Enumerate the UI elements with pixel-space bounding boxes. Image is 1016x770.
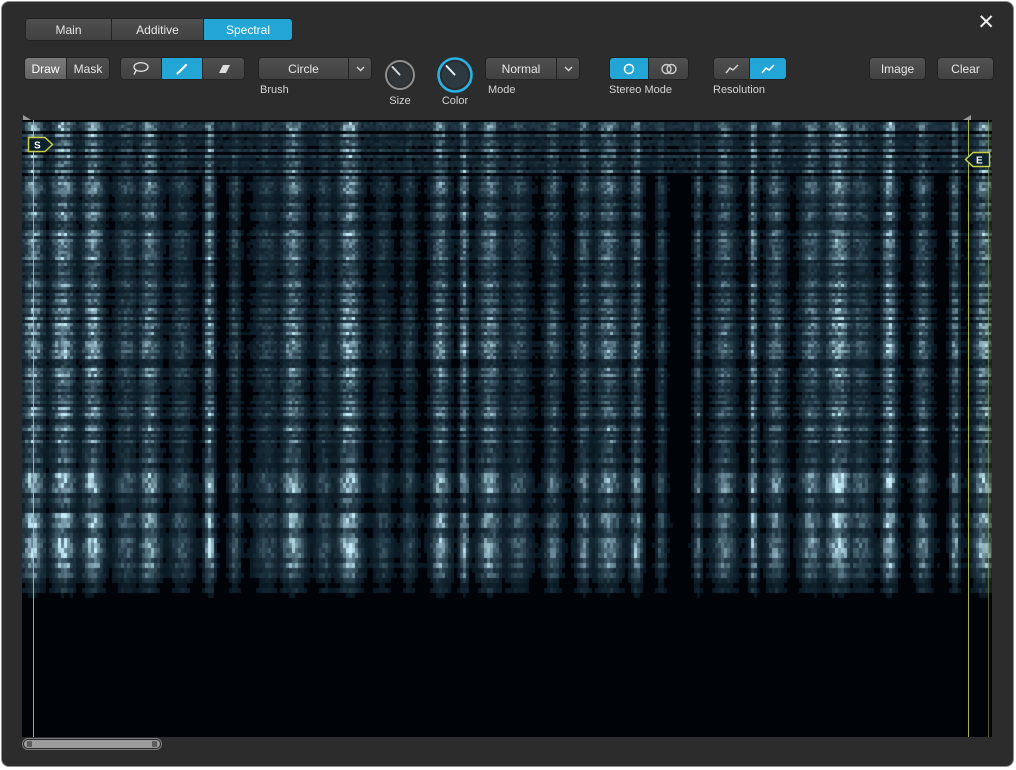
draw-mask-toggle: Draw Mask [24, 57, 110, 80]
start-marker-line[interactable] [33, 120, 34, 737]
tab-additive[interactable]: Additive [112, 19, 204, 40]
stereo-mono-button[interactable] [610, 58, 649, 79]
resolution-high-button[interactable] [750, 58, 786, 79]
size-label: Size [376, 95, 424, 107]
scrollbar-left-grip[interactable] [27, 741, 32, 747]
start-marker-label: S [34, 141, 41, 152]
draw-button[interactable]: Draw [25, 58, 67, 79]
resolution-label: Resolution [713, 84, 765, 96]
lasso-tool-button[interactable] [121, 58, 162, 79]
color-knob[interactable] [436, 56, 474, 99]
lasso-icon [130, 61, 152, 76]
tab-main[interactable]: Main [26, 19, 112, 40]
eraser-icon [214, 62, 233, 76]
start-marker-flag[interactable]: S [27, 136, 54, 153]
stereo-icon [659, 62, 679, 76]
resolution-toggle [713, 57, 787, 80]
resolution-high-icon [760, 63, 776, 75]
alchemy-spectral-window: Main Additive Spectral ✕ Draw Mask Cir [1, 1, 1014, 767]
tab-spectral[interactable]: Spectral [204, 19, 292, 40]
end-marker-label: E [976, 156, 983, 167]
image-button[interactable]: Image [869, 57, 926, 80]
close-button[interactable]: ✕ [977, 12, 995, 33]
eraser-tool-button[interactable] [203, 58, 244, 79]
spectrogram-canvas[interactable] [22, 120, 992, 737]
end-marker-line-2[interactable] [988, 120, 989, 737]
spectrogram-area[interactable]: S E [22, 120, 992, 737]
size-knob[interactable] [384, 59, 416, 96]
h-scrollbar[interactable] [22, 738, 162, 750]
clear-button[interactable]: Clear [937, 57, 994, 80]
brush-shape-dropdown[interactable]: Circle [258, 57, 372, 80]
stereo-stereo-button[interactable] [649, 58, 688, 79]
source-tabs: Main Additive Spectral [25, 18, 293, 41]
end-marker-line[interactable] [968, 120, 969, 737]
mode-label: Mode [488, 84, 516, 96]
resolution-low-button[interactable] [714, 58, 750, 79]
close-icon: ✕ [977, 11, 995, 34]
end-marker-flag[interactable]: E [964, 151, 991, 168]
pencil-icon [174, 61, 190, 77]
pencil-tool-button[interactable] [162, 58, 203, 79]
stereo-mode-toggle [609, 57, 689, 80]
tool-buttons [120, 57, 245, 80]
chevron-down-icon [557, 58, 579, 79]
mask-button[interactable]: Mask [67, 58, 109, 79]
mode-dropdown[interactable]: Normal [485, 57, 580, 80]
chevron-down-icon [349, 58, 371, 79]
mono-icon [622, 62, 636, 76]
stereo-mode-label: Stereo Mode [609, 84, 672, 96]
brush-label: Brush [260, 84, 289, 96]
scrollbar-right-grip[interactable] [152, 741, 157, 747]
resolution-low-icon [724, 63, 740, 75]
mode-value: Normal [486, 58, 557, 79]
brush-shape-value: Circle [259, 58, 349, 79]
color-label: Color [427, 95, 483, 107]
scrollbar-thumb[interactable] [24, 740, 160, 748]
